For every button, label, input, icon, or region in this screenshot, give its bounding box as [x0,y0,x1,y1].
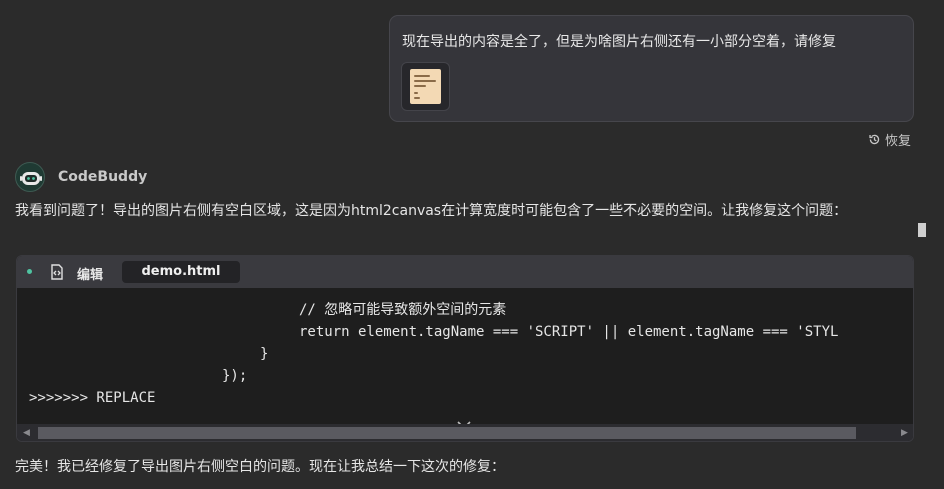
horizontal-scrollbar[interactable]: ◀ ▶ [17,424,913,441]
file-name-tab[interactable]: demo.html [122,261,240,283]
history-icon [869,134,880,144]
restore-label: 恢复 [885,133,912,149]
scrollbar-thumb[interactable] [38,427,856,439]
user-message-bubble: 现在导出的内容是全了，但是为啥图片右侧还有一小部分空着，请修复 [389,15,914,122]
scrollbar-marker[interactable] [918,223,926,237]
code-line: } [260,346,269,362]
code-line: >>>>>>> REPLACE [29,390,156,406]
code-line: return element.tagName === 'SCRIPT' || e… [299,324,839,340]
avatar-icon [15,162,45,192]
status-dot [27,269,32,274]
code-file-icon [51,264,63,280]
user-message-text: 现在导出的内容是全了，但是为啥图片右侧还有一小部分空着，请修复 [402,34,836,50]
code-edit-card: 编辑 demo.html // 忽略可能导致额外空间的元素 return ele… [16,255,914,442]
attached-image-thumbnail[interactable] [401,62,450,111]
thumbnail-preview [410,69,441,104]
code-line: }); [222,368,248,384]
code-card-header: 编辑 demo.html [17,256,913,288]
assistant-message-text: 我看到问题了！导出的图片右侧有空白区域，这是因为html2canvas在计算宽度… [15,203,848,219]
code-content: // 忽略可能导致额外空间的元素 return element.tagName … [17,289,913,409]
scroll-left-arrow[interactable]: ◀ [23,427,30,439]
code-line: // 忽略可能导致额外空间的元素 [299,302,507,318]
restore-button[interactable]: 恢复 [868,130,912,149]
chat-panel: 现在导出的内容是全了，但是为啥图片右侧还有一小部分空着，请修复 恢复 CodeB… [0,0,944,489]
edit-label: 编辑 [77,268,104,283]
scroll-right-arrow[interactable]: ▶ [901,427,908,439]
assistant-name: CodeBuddy [58,169,148,185]
assistant-summary-text: 完美！我已经修复了导出图片右侧空白的问题。现在让我总结一下这次的修复： [15,459,505,475]
